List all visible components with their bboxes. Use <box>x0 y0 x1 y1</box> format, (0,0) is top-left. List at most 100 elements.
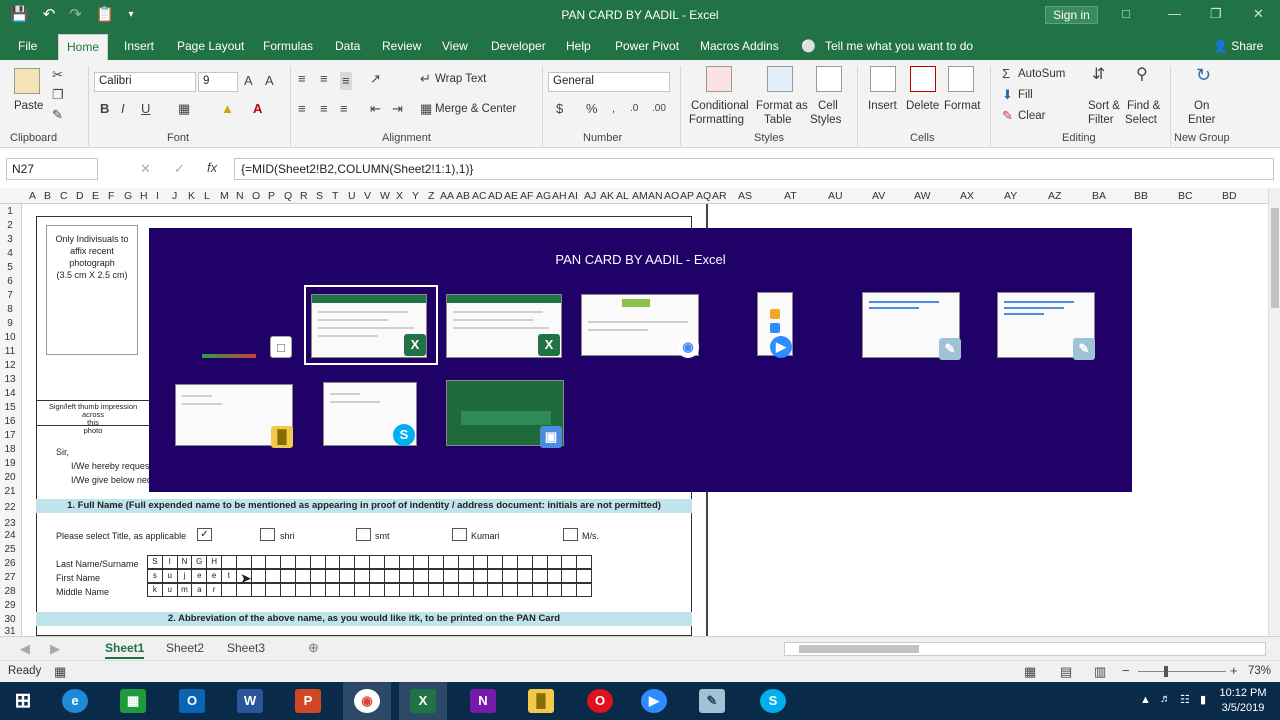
char-box[interactable] <box>546 555 563 569</box>
decrease-indent-icon[interactable]: ⇤ <box>370 102 381 116</box>
minimize-button[interactable]: — <box>1168 6 1181 21</box>
horizontal-scrollbar[interactable] <box>784 642 1266 656</box>
row-header[interactable]: 28 <box>0 586 20 597</box>
char-box[interactable]: m <box>176 583 193 597</box>
column-header[interactable]: AZ <box>1048 190 1061 202</box>
char-box[interactable] <box>442 555 459 569</box>
skype-taskbar-icon[interactable]: S <box>760 689 786 713</box>
char-box[interactable] <box>516 569 533 583</box>
column-header[interactable]: U <box>348 190 356 202</box>
row-header[interactable]: 13 <box>0 374 20 385</box>
column-header[interactable]: J <box>172 190 177 202</box>
add-sheet-icon[interactable]: ⊕ <box>308 641 319 655</box>
char-box[interactable] <box>428 555 444 569</box>
row-header[interactable]: 17 <box>0 430 20 441</box>
normal-view-icon[interactable]: ▦ <box>1024 665 1036 679</box>
char-box[interactable] <box>250 555 267 569</box>
cancel-icon[interactable]: ✕ <box>140 162 151 176</box>
increase-font-icon[interactable]: A <box>244 74 253 88</box>
zoom-level[interactable]: 73% <box>1248 665 1271 677</box>
column-header[interactable]: AK <box>600 190 614 202</box>
italic-icon[interactable]: I <box>121 102 125 116</box>
ribbon-display-icon[interactable]: □ <box>1122 6 1130 21</box>
column-header[interactable]: AN <box>648 190 663 202</box>
macro-record-icon[interactable]: ▦ <box>54 665 66 679</box>
char-box[interactable] <box>502 569 518 583</box>
title-checkbox-smt[interactable] <box>260 528 275 541</box>
char-box[interactable]: I <box>161 555 178 569</box>
char-box[interactable] <box>428 569 444 583</box>
row-header[interactable]: 29 <box>0 600 20 611</box>
char-box[interactable] <box>472 583 489 597</box>
column-header[interactable]: AR <box>712 190 727 202</box>
merge-center-icon[interactable]: ▦ <box>420 102 432 116</box>
clear-button[interactable]: Clear <box>1018 110 1045 122</box>
enter-icon[interactable]: ✓ <box>174 162 185 176</box>
column-header[interactable]: I <box>156 190 159 202</box>
column-header[interactable]: AT <box>784 190 797 202</box>
row-header[interactable]: 15 <box>0 402 20 413</box>
powerpoint-icon[interactable]: P <box>295 689 321 713</box>
row-header[interactable]: 26 <box>0 558 20 569</box>
paste-icon[interactable] <box>14 68 40 94</box>
excel-taskbar-icon[interactable]: X <box>410 689 436 713</box>
on-enter-icon[interactable]: ↻ <box>1196 66 1211 84</box>
close-button[interactable]: ✕ <box>1253 6 1264 22</box>
char-box[interactable] <box>398 555 415 569</box>
char-box[interactable] <box>576 569 592 583</box>
char-box[interactable] <box>324 555 341 569</box>
char-box[interactable]: u <box>161 569 178 583</box>
format-as-table-icon[interactable] <box>767 66 793 92</box>
conditional-formatting-button[interactable]: Conditional <box>691 100 749 112</box>
cell-styles-icon[interactable] <box>816 66 842 92</box>
char-box[interactable] <box>472 569 489 583</box>
paste-button[interactable]: Paste <box>14 100 43 112</box>
tab-help[interactable]: Help <box>566 39 591 53</box>
align-bottom-icon[interactable]: ≡ <box>340 72 352 90</box>
char-box[interactable] <box>354 583 370 597</box>
scroll-left-icon[interactable]: ◀ <box>20 642 30 656</box>
char-box[interactable] <box>487 555 504 569</box>
char-box[interactable] <box>280 555 296 569</box>
column-header[interactable]: H <box>140 190 148 202</box>
char-box[interactable] <box>354 569 370 583</box>
merge-center-button[interactable]: Merge & Center <box>435 103 516 115</box>
last-name-boxes[interactable]: S I N G H <box>147 555 592 569</box>
char-box[interactable] <box>294 583 311 597</box>
char-box[interactable] <box>516 555 533 569</box>
char-box[interactable] <box>354 555 370 569</box>
file-explorer-icon[interactable]: █ <box>528 689 554 713</box>
column-header[interactable]: BA <box>1092 190 1106 202</box>
find-select-icon[interactable]: ⚲ <box>1136 67 1148 83</box>
row-header[interactable]: 27 <box>0 572 20 583</box>
row-header[interactable]: 30 <box>0 614 20 625</box>
char-box[interactable] <box>368 569 385 583</box>
column-header[interactable]: G <box>124 190 132 202</box>
column-header[interactable]: BB <box>1134 190 1148 202</box>
percent-icon[interactable]: % <box>586 102 598 116</box>
align-right-icon[interactable]: ≡ <box>340 102 348 116</box>
tab-review[interactable]: Review <box>382 39 421 53</box>
char-box[interactable]: e <box>191 569 208 583</box>
char-box[interactable] <box>413 555 430 569</box>
taskbar-thumbnail[interactable] <box>202 354 256 358</box>
sheet-tab-sheet3[interactable]: Sheet3 <box>227 641 265 655</box>
char-box[interactable]: s <box>147 569 163 583</box>
column-header[interactable]: A <box>29 190 36 202</box>
chrome-taskbar-icon[interactable]: ◉ <box>354 689 380 713</box>
fill-icon[interactable]: ⬇ <box>1002 88 1013 102</box>
char-box[interactable]: t <box>220 569 237 583</box>
char-box[interactable]: G <box>191 555 208 569</box>
align-left-icon[interactable]: ≡ <box>298 102 306 116</box>
tab-file[interactable]: File <box>18 39 37 53</box>
find-select-button[interactable]: Find & <box>1127 100 1160 112</box>
orientation-icon[interactable]: ↗ <box>370 72 381 86</box>
sign-in-button[interactable]: Sign in <box>1045 6 1098 24</box>
title-checkbox-extra[interactable] <box>563 528 578 541</box>
column-header[interactable]: AI <box>568 190 578 202</box>
wrap-text-icon[interactable]: ↵ <box>420 72 431 86</box>
currency-icon[interactable]: $ <box>556 102 563 116</box>
sort-filter-button[interactable]: Sort & <box>1088 100 1120 112</box>
char-box[interactable] <box>413 569 430 583</box>
sheet-tab-sheet2[interactable]: Sheet2 <box>166 641 204 655</box>
